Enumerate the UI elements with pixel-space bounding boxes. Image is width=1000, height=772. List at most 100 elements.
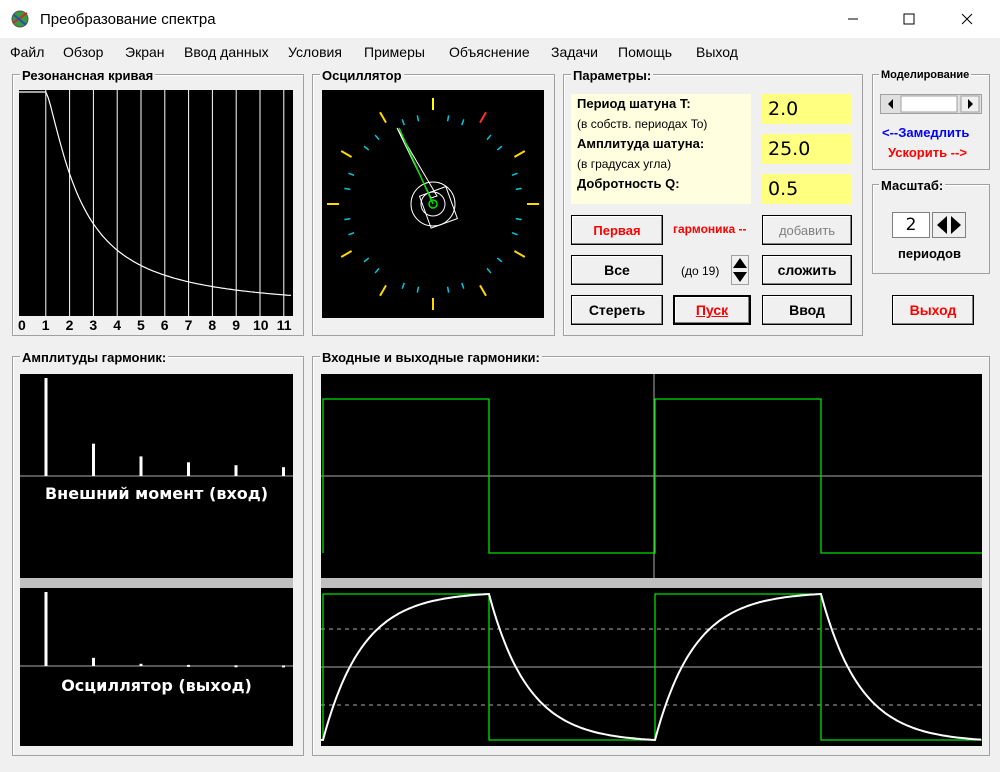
spectrum-bar: [282, 665, 285, 668]
dial-tick: [486, 134, 492, 141]
dial-tick: [379, 284, 387, 297]
oscillator-view: [322, 90, 544, 318]
spinner-arrows-icon: [733, 258, 747, 282]
menu-help[interactable]: Помощь: [618, 44, 672, 60]
output-spectrum-label: Осциллятор (выход): [61, 676, 252, 695]
scale-input[interactable]: 2: [892, 212, 930, 238]
dial-tick: [348, 172, 355, 176]
sum-button[interactable]: сложить: [762, 255, 852, 285]
waves-title: Входные и выходные гармоники:: [320, 350, 542, 365]
oscillator-dial-svg: [327, 98, 539, 310]
menu-file[interactable]: Файл: [10, 44, 44, 60]
resonance-tick-label: 9: [232, 317, 240, 333]
dial-tick: [515, 187, 522, 191]
menu-tasks[interactable]: Задачи: [551, 44, 598, 60]
menu-explanation[interactable]: Объяснение: [449, 44, 530, 60]
harmonic-label: гармоника --: [673, 222, 747, 236]
menu-conditions[interactable]: Условия: [288, 44, 342, 60]
resonance-curve: [19, 91, 291, 296]
dial-tick: [401, 282, 405, 289]
input-spectrum-svg: [20, 378, 293, 477]
scale-title: Масштаб:: [879, 178, 946, 193]
speed-slider-arrows: [888, 95, 980, 113]
period-input[interactable]: 2.0: [762, 94, 852, 124]
output-wave-svg: [320, 592, 988, 742]
close-icon: [961, 13, 973, 25]
parameters-title: Параметры:: [571, 68, 654, 83]
dial-tick: [344, 217, 351, 221]
menu-examples[interactable]: Примеры: [364, 44, 425, 60]
resonance-tick-label: 10: [253, 317, 269, 333]
dial-tick: [416, 286, 420, 293]
scale-arrows-icon: [937, 216, 961, 234]
modeling-title: Моделирование: [879, 69, 972, 81]
resonance-tick-label: 11: [276, 317, 292, 333]
menu-overview[interactable]: Обзор: [63, 44, 103, 60]
first-harmonic-button[interactable]: Первая: [571, 215, 663, 245]
resonance-tick-label: 4: [113, 317, 121, 333]
dial-tick: [348, 232, 355, 236]
start-button[interactable]: Пуск: [673, 295, 751, 325]
dial-tick: [515, 217, 522, 221]
maximize-icon: [903, 13, 915, 25]
amplitude-input[interactable]: 25.0: [762, 134, 852, 164]
upto-label: (до 19): [681, 264, 720, 278]
erase-button[interactable]: Стереть: [571, 295, 663, 325]
dial-tick: [416, 115, 420, 122]
dial-tick: [379, 111, 387, 124]
amplitude-sub: (в градусах угла): [577, 157, 672, 171]
spectrum-bar: [92, 657, 95, 666]
dial-tick: [513, 150, 526, 158]
speed-slider[interactable]: [880, 94, 982, 114]
amplitude-label: Амплитуда шатуна:: [577, 136, 705, 151]
dial-tick: [461, 282, 465, 289]
maximize-button[interactable]: [886, 0, 932, 38]
resonance-tick-label: 1: [41, 317, 50, 333]
q-label: Добротность Q:: [577, 176, 680, 191]
resonance-tick-label: 5: [137, 317, 145, 333]
dial-tick: [344, 187, 351, 191]
dial-tick: [496, 145, 503, 151]
scale-spinner[interactable]: [932, 212, 966, 238]
spectrum-bar: [139, 456, 143, 476]
harmonic-spinner[interactable]: [731, 255, 749, 285]
dial-tick: [479, 111, 487, 124]
spectrum-bar: [44, 592, 48, 666]
dial-tick: [461, 119, 465, 126]
output-wave-view: [320, 588, 988, 746]
dial-tick: [511, 232, 518, 236]
menu-screen[interactable]: Экран: [125, 44, 165, 60]
close-button[interactable]: [944, 0, 990, 38]
spectrum-bar: [234, 465, 238, 476]
output-spectrum-svg: [20, 592, 293, 668]
all-button[interactable]: Все: [571, 255, 663, 285]
harmonics-title: Амплитуды гармоник:: [20, 350, 169, 365]
oscillator-title: Осциллятор: [320, 68, 404, 83]
exit-button[interactable]: Выход: [892, 295, 974, 325]
period-sub: (в собств. периодах To): [577, 117, 708, 131]
resonance-tick-label: 2: [65, 317, 74, 333]
dial-tick: [511, 172, 518, 176]
slower-label[interactable]: <--Замедлить: [882, 125, 969, 140]
q-input[interactable]: 0.5: [762, 174, 852, 204]
spectrum-bar: [282, 467, 285, 476]
spectrum-bar: [187, 664, 190, 667]
menu-exit[interactable]: Выход: [696, 44, 738, 60]
minimize-button[interactable]: [830, 0, 876, 38]
dial-tick: [513, 250, 526, 258]
resonance-tick-label: 0: [18, 317, 26, 333]
resonance-curve-svg: [19, 90, 291, 316]
menu-data-input[interactable]: Ввод данных: [184, 44, 269, 60]
resonance-tick-label: 7: [184, 317, 193, 333]
spectrum-bar: [44, 378, 48, 476]
dial-tick: [374, 134, 380, 141]
dial-tick: [446, 286, 450, 293]
faster-label[interactable]: Ускорить -->: [888, 145, 967, 160]
dial-tick: [496, 257, 503, 263]
spectrum-bar: [92, 443, 95, 476]
input-button[interactable]: Ввод: [762, 295, 852, 325]
dial-tick: [340, 150, 353, 158]
resonance-plot: [19, 90, 293, 316]
input-wave-svg: [321, 374, 988, 578]
add-button[interactable]: добавить: [762, 215, 852, 245]
